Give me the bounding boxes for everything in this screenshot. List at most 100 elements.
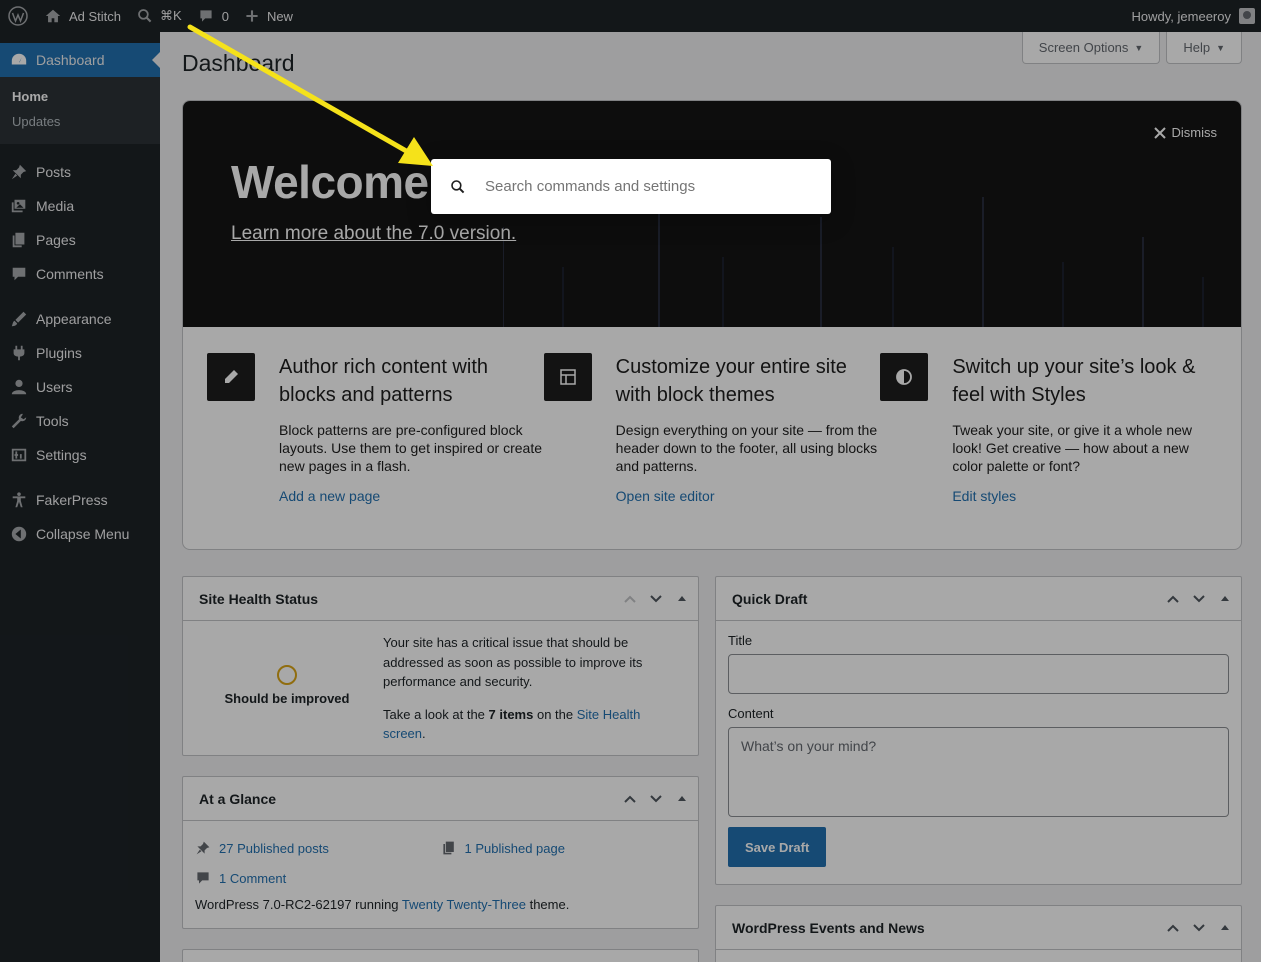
welcome-column-styles: Switch up your site’s look & feel with S… bbox=[880, 353, 1217, 504]
add-new-page-link[interactable]: Add a new page bbox=[279, 488, 380, 504]
comments-link[interactable]: 1 Comment bbox=[219, 871, 286, 886]
dashboard-icon bbox=[10, 51, 28, 69]
sidebar-item-dashboard[interactable]: Dashboard bbox=[0, 43, 160, 77]
column-title: Author rich content with blocks and patt… bbox=[279, 356, 488, 406]
column-title: Customize your entire site with block th… bbox=[615, 356, 847, 406]
dashboard-submenu: Home Updates bbox=[0, 77, 160, 144]
move-down-icon[interactable] bbox=[646, 589, 666, 609]
help-label: Help bbox=[1183, 40, 1211, 55]
toggle-panel-icon[interactable] bbox=[1215, 589, 1235, 609]
dashboard-widget-partial bbox=[182, 949, 699, 962]
pages-icon bbox=[442, 841, 454, 855]
toggle-panel-icon[interactable] bbox=[672, 589, 692, 609]
welcome-column-author: Author rich content with blocks and patt… bbox=[207, 353, 544, 504]
close-icon bbox=[1153, 126, 1166, 139]
dismiss-button[interactable]: Dismiss bbox=[1153, 125, 1217, 140]
sidebar-item-label: Tools bbox=[36, 413, 69, 429]
theme-link[interactable]: Twenty Twenty-Three bbox=[402, 897, 526, 912]
admin-bar: Ad Stitch ⌘K 0 New Howdy, jemeeroy bbox=[0, 0, 1261, 32]
search-icon bbox=[138, 9, 152, 23]
welcome-header: Welcome Learn more about the 7.0 version… bbox=[183, 101, 1241, 327]
title-label: Title bbox=[728, 633, 753, 648]
health-items-count: 7 items bbox=[488, 706, 534, 722]
new-label: New bbox=[266, 8, 293, 24]
collapse-menu-button[interactable]: Collapse Menu bbox=[0, 517, 160, 551]
comments-count: 0 bbox=[221, 8, 229, 24]
published-posts-link[interactable]: 27 Published posts bbox=[219, 841, 329, 856]
sidebar-item-label: Users bbox=[36, 379, 73, 395]
comment-icon bbox=[200, 10, 212, 22]
sidebar-item-users[interactable]: Users bbox=[0, 370, 160, 404]
move-down-icon[interactable] bbox=[1189, 589, 1209, 609]
version-info: WordPress 7.0-RC2-62197 running Twenty T… bbox=[195, 897, 570, 912]
sidebar-item-tools[interactable]: Tools bbox=[0, 404, 160, 438]
command-search-input[interactable] bbox=[485, 178, 805, 195]
move-down-icon[interactable] bbox=[646, 789, 666, 809]
command-palette-trigger[interactable]: ⌘K bbox=[129, 0, 190, 32]
help-button[interactable]: Help ▼ bbox=[1166, 32, 1242, 64]
site-name-link[interactable]: Ad Stitch bbox=[36, 0, 129, 32]
toggle-panel-icon[interactable] bbox=[1215, 918, 1235, 938]
wordpress-logo-icon[interactable] bbox=[0, 0, 36, 32]
learn-more-link[interactable]: Learn more about the 7.0 version. bbox=[231, 223, 516, 245]
column-text: Design everything on your site — from th… bbox=[615, 422, 878, 474]
screen-options-label: Screen Options bbox=[1038, 40, 1129, 55]
submenu-updates[interactable]: Updates bbox=[0, 109, 160, 134]
brush-icon bbox=[10, 310, 28, 328]
save-draft-button[interactable]: Save Draft bbox=[728, 827, 827, 867]
caret-down-icon: ▼ bbox=[1216, 42, 1225, 53]
media-icon bbox=[10, 197, 28, 215]
sidebar-item-label: Dashboard bbox=[36, 52, 105, 68]
move-up-icon[interactable] bbox=[620, 589, 640, 609]
sidebar-item-fakerpress[interactable]: FakerPress bbox=[0, 483, 160, 517]
avatar[interactable] bbox=[1239, 8, 1255, 24]
submenu-home[interactable]: Home bbox=[0, 84, 160, 109]
site-health-widget: Site Health Status Should be improved Yo… bbox=[182, 576, 699, 756]
user-greeting[interactable]: Howdy, jemeeroy bbox=[1132, 9, 1231, 24]
edit-styles-link[interactable]: Edit styles bbox=[952, 488, 1016, 504]
settings-icon bbox=[10, 446, 28, 464]
welcome-column-customize: Customize your entire site with block th… bbox=[543, 353, 881, 504]
move-down-icon[interactable] bbox=[1189, 918, 1209, 938]
at-a-glance-widget: At a Glance 27 Published posts 1 Publish… bbox=[182, 776, 699, 929]
styles-icon bbox=[880, 353, 929, 401]
wrench-icon bbox=[10, 412, 28, 430]
sidebar-item-label: Collapse Menu bbox=[36, 526, 130, 542]
published-page-link[interactable]: 1 Published page bbox=[465, 841, 565, 856]
pages-icon bbox=[10, 231, 28, 249]
sidebar-item-pages[interactable]: Pages bbox=[0, 223, 160, 257]
quick-draft-widget: Quick Draft Title Content Save Draft bbox=[715, 576, 1242, 885]
sidebar-item-label: Settings bbox=[36, 447, 87, 463]
health-status-label: Should be improved bbox=[224, 691, 350, 706]
sidebar-item-comments[interactable]: Comments bbox=[0, 257, 160, 291]
draft-content-textarea[interactable] bbox=[728, 727, 1229, 817]
health-status-indicator bbox=[277, 665, 297, 685]
comments-link[interactable]: 0 bbox=[190, 0, 237, 32]
new-content-link[interactable]: New bbox=[237, 0, 301, 32]
sidebar-item-plugins[interactable]: Plugins bbox=[0, 336, 160, 370]
sidebar-item-media[interactable]: Media bbox=[0, 189, 160, 223]
caret-down-icon: ▼ bbox=[1134, 42, 1144, 53]
sidebar-item-label: Posts bbox=[36, 164, 72, 180]
move-up-icon[interactable] bbox=[1163, 918, 1183, 938]
layout-icon bbox=[543, 353, 592, 401]
widget-title: WordPress Events and News bbox=[732, 919, 925, 936]
move-up-icon[interactable] bbox=[1163, 589, 1183, 609]
sidebar-item-appearance[interactable]: Appearance bbox=[0, 302, 160, 336]
sidebar-item-label: FakerPress bbox=[36, 492, 108, 508]
sidebar-item-settings[interactable]: Settings bbox=[0, 438, 160, 472]
plus-icon bbox=[246, 10, 258, 22]
health-take-look: Take a look at the 7 items on the Site H… bbox=[383, 706, 641, 742]
column-text: Block patterns are pre-configured block … bbox=[279, 422, 543, 474]
user-icon bbox=[10, 378, 28, 396]
move-up-icon[interactable] bbox=[620, 789, 640, 809]
sidebar-item-label: Media bbox=[36, 198, 75, 214]
toggle-panel-icon[interactable] bbox=[672, 789, 692, 809]
open-site-editor-link[interactable]: Open site editor bbox=[616, 488, 715, 504]
screen-options-button[interactable]: Screen Options ▼ bbox=[1021, 32, 1161, 64]
shortcut-label: ⌘K bbox=[160, 8, 182, 23]
page-title: Dashboard bbox=[182, 50, 295, 76]
draft-title-input[interactable] bbox=[728, 654, 1229, 694]
content-label: Content bbox=[728, 706, 774, 721]
sidebar-item-posts[interactable]: Posts bbox=[0, 155, 160, 189]
